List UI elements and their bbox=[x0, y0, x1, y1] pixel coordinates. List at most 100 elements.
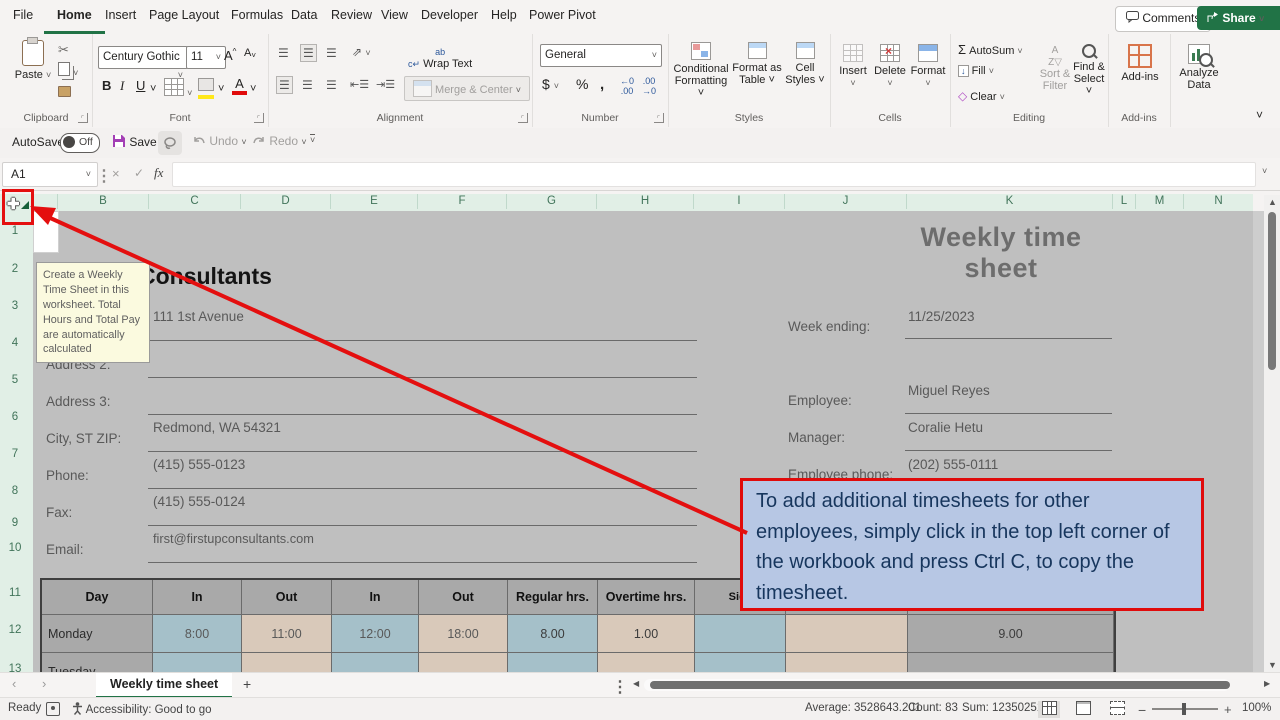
collapse-ribbon-icon[interactable]: ˅ bbox=[1256, 108, 1263, 122]
cut-button[interactable]: ✂ bbox=[58, 42, 69, 58]
name-box[interactable]: A1˅ bbox=[2, 162, 98, 187]
page-break-view-button[interactable] bbox=[1106, 701, 1128, 718]
decrease-decimal-button[interactable]: .00→0 bbox=[642, 76, 656, 96]
column-header-g[interactable]: G bbox=[506, 194, 596, 209]
row-header-1[interactable]: 1 bbox=[0, 225, 30, 237]
copy-button[interactable]: ˅ bbox=[58, 62, 78, 79]
paste-button[interactable]: Paste ˅ bbox=[12, 40, 54, 81]
hscroll-right-icon[interactable]: ▶ bbox=[1264, 679, 1270, 688]
number-format-combo[interactable]: General ˅ bbox=[540, 44, 662, 67]
cell-monday-in1[interactable]: 8:00 bbox=[153, 615, 242, 653]
cell-tuesday-personal[interactable] bbox=[786, 653, 908, 672]
col-header-out1[interactable]: Out bbox=[242, 580, 332, 615]
save-button[interactable]: Save bbox=[112, 134, 157, 149]
delete-cells-button[interactable]: ×Delete˅ bbox=[872, 44, 908, 89]
fill-color-chevron-icon[interactable]: ˅ bbox=[218, 83, 224, 95]
column-header-h[interactable]: H bbox=[596, 194, 693, 209]
alignment-dialog-launcher[interactable]: ⌟ bbox=[518, 113, 528, 123]
align-right-button[interactable]: ☰ bbox=[326, 78, 337, 92]
cell-tuesday-day[interactable]: Tuesday bbox=[42, 653, 153, 672]
cell-tuesday-out2[interactable] bbox=[419, 653, 508, 672]
decrease-indent-button[interactable]: ⇤☰ bbox=[350, 78, 369, 91]
underline-chevron-icon[interactable]: ˅ bbox=[150, 83, 156, 95]
fill-button[interactable]: ↓ Fill ˅ bbox=[958, 65, 1034, 77]
autosum-button[interactable]: Σ AutoSum ˅ bbox=[958, 42, 1034, 57]
cell-monday-sick[interactable] bbox=[695, 615, 786, 653]
tab-file[interactable]: File bbox=[0, 0, 46, 31]
cell-monday-out1[interactable]: 11:00 bbox=[242, 615, 332, 653]
cell-monday-total[interactable]: 9.00 bbox=[908, 615, 1114, 653]
column-header-n[interactable]: N bbox=[1183, 194, 1253, 209]
clear-button[interactable]: ◇ Clear ˅ bbox=[958, 89, 1034, 103]
macro-record-icon[interactable] bbox=[46, 702, 60, 716]
normal-view-button[interactable] bbox=[1038, 701, 1060, 718]
cell-monday-day[interactable]: Monday bbox=[42, 615, 153, 653]
column-header-d[interactable]: D bbox=[240, 194, 330, 209]
number-dialog-launcher[interactable]: ⌟ bbox=[654, 113, 664, 123]
row-header-6[interactable]: 6 bbox=[0, 411, 30, 423]
accounting-format-button[interactable]: $ ˅ bbox=[542, 76, 559, 92]
italic-button[interactable]: I bbox=[120, 78, 124, 94]
fill-color-button[interactable] bbox=[198, 78, 214, 99]
column-header-k[interactable]: K bbox=[906, 194, 1112, 209]
accessibility-status[interactable]: Accessibility: Good to go bbox=[72, 702, 211, 716]
share-button[interactable]: Share ˅ bbox=[1197, 6, 1280, 30]
formula-input[interactable] bbox=[172, 162, 1256, 187]
col-header-overtime[interactable]: Overtime hrs. bbox=[598, 580, 695, 615]
row-header-9[interactable]: 9 bbox=[0, 517, 30, 529]
cell-tuesday-in1[interactable] bbox=[153, 653, 242, 672]
comma-style-button[interactable]: , bbox=[600, 76, 604, 93]
addins-button[interactable]: Add-ins bbox=[1118, 44, 1162, 83]
row-header-12[interactable]: 12 bbox=[0, 624, 30, 636]
format-as-table-button[interactable]: Format asTable ˅ bbox=[732, 42, 782, 86]
underline-button[interactable]: U bbox=[136, 78, 145, 93]
tab-power-pivot[interactable]: Power Pivot bbox=[516, 0, 609, 31]
percent-style-button[interactable]: % bbox=[576, 76, 588, 92]
wrap-text-button[interactable]: abc↵ Wrap Text bbox=[408, 46, 472, 70]
format-cells-button[interactable]: Format˅ bbox=[910, 44, 946, 89]
cell-monday-out2[interactable]: 18:00 bbox=[419, 615, 508, 653]
vertical-scrollbar[interactable]: ▲ ▼ bbox=[1264, 195, 1280, 672]
cell-tuesday-total[interactable] bbox=[908, 653, 1114, 672]
new-sheet-button[interactable]: + bbox=[243, 676, 251, 692]
font-color-chevron-icon[interactable]: ˅ bbox=[250, 83, 256, 95]
cell-tuesday-in2[interactable] bbox=[332, 653, 419, 672]
bold-button[interactable]: B bbox=[102, 78, 111, 93]
sheet-nav-right-icon[interactable]: › bbox=[42, 676, 46, 691]
orientation-button[interactable]: ⇗ ˅ bbox=[352, 45, 371, 59]
sheet-nav-left-icon[interactable]: ‹ bbox=[12, 676, 16, 691]
row-header-10[interactable]: 10 bbox=[0, 542, 30, 554]
row-header-7[interactable]: 7 bbox=[0, 448, 30, 460]
hscroll-left-icon[interactable]: ◀ bbox=[633, 679, 639, 688]
row-header-8[interactable]: 8 bbox=[0, 485, 30, 497]
find-select-button[interactable]: Find &Select ˅ bbox=[1072, 44, 1106, 97]
cell-tuesday-out1[interactable] bbox=[242, 653, 332, 672]
format-painter-button[interactable] bbox=[58, 86, 71, 100]
borders-button[interactable]: ˅ bbox=[164, 78, 192, 99]
conditional-formatting-button[interactable]: ConditionalFormatting ˅ bbox=[672, 42, 730, 99]
align-left-button[interactable]: ☰ bbox=[276, 76, 293, 94]
column-header-m[interactable]: M bbox=[1135, 194, 1183, 209]
lasso-select-button[interactable] bbox=[158, 131, 182, 155]
increase-decimal-button[interactable]: ←0.00 bbox=[620, 76, 634, 96]
column-header-c[interactable]: C bbox=[148, 194, 240, 209]
namebox-menu-icon[interactable]: ⋮ bbox=[96, 166, 112, 186]
shrink-font-button[interactable]: A˅ bbox=[244, 47, 256, 60]
zoom-slider[interactable] bbox=[1152, 708, 1218, 710]
font-name-combo[interactable]: Century Gothic ˅ bbox=[98, 46, 188, 69]
col-header-day[interactable]: Day bbox=[42, 580, 153, 615]
row-header-4[interactable]: 4 bbox=[0, 337, 30, 349]
align-center-button[interactable]: ☰ bbox=[302, 78, 313, 92]
col-header-out2[interactable]: Out bbox=[419, 580, 508, 615]
clipboard-dialog-launcher[interactable]: ⌟ bbox=[78, 113, 88, 123]
page-layout-view-button[interactable] bbox=[1072, 701, 1094, 718]
vertical-scroll-thumb[interactable] bbox=[1268, 212, 1276, 370]
active-cell-a1[interactable] bbox=[33, 211, 59, 253]
font-dialog-launcher[interactable]: ⌟ bbox=[254, 113, 264, 123]
cell-tuesday-overtime[interactable] bbox=[598, 653, 695, 672]
column-header-f[interactable]: F bbox=[417, 194, 506, 209]
zoom-in-button[interactable]: + bbox=[1224, 702, 1232, 717]
column-header-e[interactable]: E bbox=[330, 194, 417, 209]
autosave-toggle[interactable]: Off bbox=[60, 133, 100, 153]
col-header-regular[interactable]: Regular hrs. bbox=[508, 580, 598, 615]
